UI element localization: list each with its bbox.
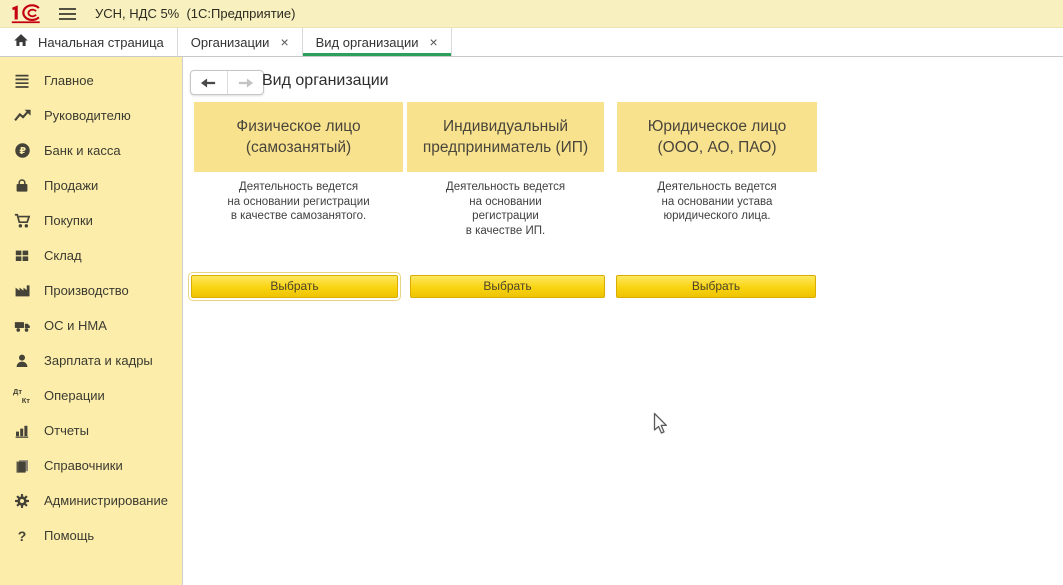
- sidebar-item-label: Руководителю: [44, 108, 131, 123]
- card-header-entrepreneur: Индивидуальный предприниматель (ИП): [407, 102, 604, 172]
- sidebar-item-label: Администрирование: [44, 493, 168, 508]
- card-title-line: Юридическое лицо: [648, 116, 787, 137]
- sidebar-item-label: Склад: [44, 248, 82, 263]
- close-icon[interactable]: ×: [280, 35, 288, 49]
- sidebar-item-purchases[interactable]: Покупки: [0, 203, 182, 238]
- sidebar-item-salary-hr[interactable]: Зарплата и кадры: [0, 343, 182, 378]
- mouse-cursor-icon: [653, 412, 670, 442]
- topbar: УСН, НДС 5% (1С:Предприятие): [0, 0, 1063, 28]
- card-title-line: (ООО, АО, ПАО): [658, 137, 777, 158]
- factory-icon: [13, 282, 31, 299]
- person-icon: [13, 352, 31, 369]
- question-icon: ?: [13, 527, 31, 544]
- sidebar-item-label: Зарплата и кадры: [44, 353, 153, 368]
- choose-button-selfemployed[interactable]: Выбрать: [191, 275, 398, 298]
- sidebar-item-label: Операции: [44, 388, 105, 403]
- history-nav-group: [190, 70, 264, 95]
- svg-text:₽: ₽: [19, 146, 26, 157]
- truck-icon: [13, 317, 31, 334]
- warehouse-grid-icon: [13, 247, 31, 264]
- choose-button-legal-entity[interactable]: Выбрать: [616, 275, 816, 298]
- menu-lines-icon: [13, 72, 31, 89]
- sidebar-item-sales[interactable]: Продажи: [0, 168, 182, 203]
- card-title-line: (самозанятый): [246, 137, 351, 158]
- card-description-legal-entity: Деятельность ведется на основании устава…: [617, 180, 817, 224]
- tab-home-page[interactable]: Начальная страница: [0, 28, 178, 56]
- tab-label: Начальная страница: [38, 35, 164, 50]
- close-icon[interactable]: ×: [430, 35, 438, 49]
- app-title: УСН, НДС 5% (1С:Предприятие): [95, 6, 295, 21]
- sidebar-item-label: Главное: [44, 73, 94, 88]
- books-icon: [13, 457, 31, 474]
- tab-label: Организации: [191, 35, 270, 50]
- sidebar-item-label: Банк и касса: [44, 143, 121, 158]
- sidebar-item-manager[interactable]: Руководителю: [0, 98, 182, 133]
- app-window: УСН, НДС 5% (1С:Предприятие) Начальная с…: [0, 0, 1063, 585]
- sidebar-item-bank-cash[interactable]: ₽ Банк и касса: [0, 133, 182, 168]
- card-description-selfemployed: Деятельность ведется на основании регист…: [194, 180, 403, 224]
- sidebar-item-label: Справочники: [44, 458, 123, 473]
- sidebar-item-label: Помощь: [44, 528, 94, 543]
- trend-arrow-icon: [13, 107, 31, 124]
- 1c-logo: [8, 3, 44, 25]
- sidebar-item-help[interactable]: ? Помощь: [0, 518, 182, 553]
- sidebar-item-os-nma[interactable]: ОС и НМА: [0, 308, 182, 343]
- sidebar-item-label: ОС и НМА: [44, 318, 107, 333]
- card-title-line: предприниматель (ИП): [423, 137, 588, 158]
- debit-credit-icon: Дт Кт: [13, 387, 31, 404]
- tab-organization-kind[interactable]: Вид организации ×: [303, 28, 452, 56]
- shopping-cart-icon: [13, 212, 31, 229]
- sidebar-item-label: Продажи: [44, 178, 98, 193]
- page-title: Вид организации: [262, 72, 389, 90]
- card-description-entrepreneur: Деятельность ведется на основании регист…: [407, 180, 604, 238]
- sidebar-item-catalogs[interactable]: Справочники: [0, 448, 182, 483]
- tab-organizations[interactable]: Организации ×: [178, 28, 303, 56]
- sidebar-item-production[interactable]: Производство: [0, 273, 182, 308]
- home-icon: [13, 33, 29, 51]
- sidebar-item-main[interactable]: Главное: [0, 63, 182, 98]
- gear-icon: [13, 492, 31, 509]
- tab-label: Вид организации: [316, 35, 419, 50]
- forward-button[interactable]: [228, 71, 264, 94]
- shopping-bag-icon: [13, 177, 31, 194]
- sidebar-item-label: Покупки: [44, 213, 93, 228]
- card-header-legal-entity: Юридическое лицо (ООО, АО, ПАО): [617, 102, 817, 172]
- sidebar-item-administration[interactable]: Администрирование: [0, 483, 182, 518]
- back-button[interactable]: [191, 71, 228, 94]
- sidebar-item-label: Отчеты: [44, 423, 89, 438]
- sidebar: Главное Руководителю ₽ Банк и касса: [0, 57, 183, 585]
- choose-button-entrepreneur[interactable]: Выбрать: [410, 275, 605, 298]
- sidebar-item-reports[interactable]: Отчеты: [0, 413, 182, 448]
- bar-chart-icon: [13, 422, 31, 439]
- sidebar-item-label: Производство: [44, 283, 129, 298]
- hamburger-menu-icon[interactable]: [58, 7, 77, 21]
- sidebar-item-warehouse[interactable]: Склад: [0, 238, 182, 273]
- tab-bar: Начальная страница Организации × Вид орг…: [0, 28, 1063, 57]
- card-title-line: Физическое лицо: [236, 116, 360, 137]
- sidebar-item-operations[interactable]: Дт Кт Операции: [0, 378, 182, 413]
- ruble-circle-icon: ₽: [13, 142, 31, 159]
- card-header-individual-selfemployed: Физическое лицо (самозанятый): [194, 102, 403, 172]
- card-title-line: Индивидуальный: [443, 116, 568, 137]
